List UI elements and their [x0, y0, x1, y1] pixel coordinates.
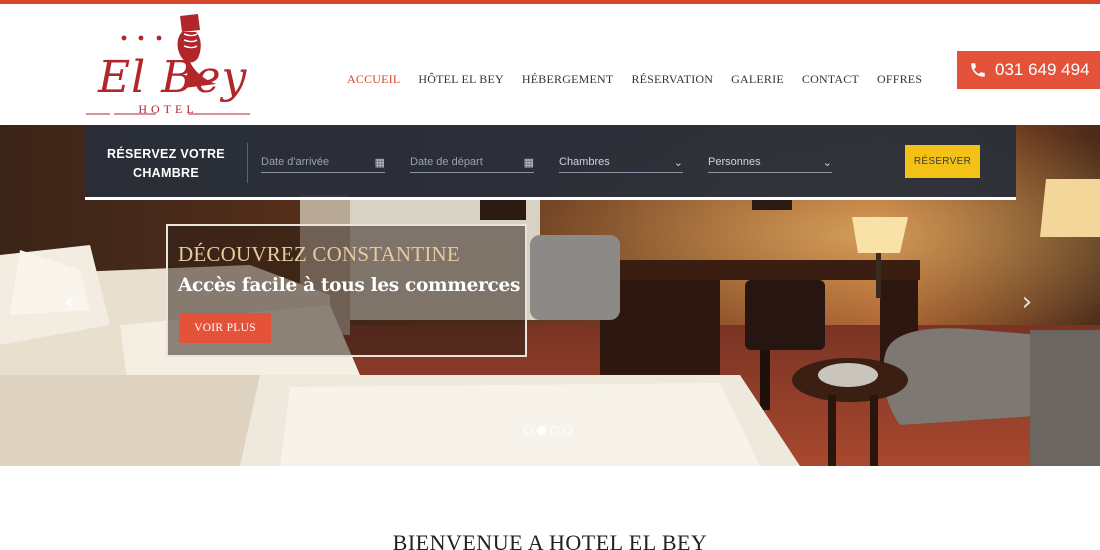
slider-dot-1[interactable]: [524, 426, 533, 435]
slider-pagination: [524, 426, 572, 435]
phone-button[interactable]: 031 649 494: [957, 51, 1100, 89]
main-navigation: ACCUEIL HÔTEL EL BEY HÉBERGEMENT RÉSERVA…: [338, 72, 931, 87]
top-accent-bar: [0, 0, 1100, 4]
departure-date-placeholder: Date de départ: [410, 156, 483, 168]
nav-link-reservation[interactable]: RÉSERVATION: [622, 72, 722, 87]
phone-icon: [969, 61, 987, 79]
booking-title-line1: RÉSERVEZ VOTRE: [107, 147, 225, 161]
nav-link-galerie[interactable]: GALERIE: [722, 72, 793, 87]
nav-link-hotel-el-bey[interactable]: HÔTEL EL BEY: [409, 72, 513, 87]
slide-subheading: Accès facile à tous les commerces: [178, 275, 521, 296]
slider-next-icon[interactable]: ›: [1015, 285, 1039, 319]
booking-title: RÉSERVEZ VOTRE CHAMBRE: [85, 145, 247, 183]
booking-divider: [247, 143, 248, 183]
slide-caption: DÉCOUVREZ CONSTANTINE Accès facile à tou…: [166, 224, 527, 357]
welcome-heading: BIENVENUE A HOTEL EL BEY: [392, 530, 708, 550]
hotel-logo[interactable]: El Bey HOTEL: [84, 12, 254, 116]
nav-link-offres[interactable]: OFFRES: [868, 72, 931, 87]
slider-dot-2[interactable]: [537, 426, 546, 435]
departure-date-field[interactable]: Date de départ ▦: [410, 155, 534, 173]
reserve-button[interactable]: RÉSERVER: [905, 145, 980, 178]
arrival-date-field[interactable]: Date d'arrivée ▦: [261, 155, 385, 173]
nav-link-hebergement[interactable]: HÉBERGEMENT: [513, 72, 623, 87]
chevron-down-icon: ⌄: [822, 157, 832, 169]
booking-form: RÉSERVEZ VOTRE CHAMBRE Date d'arrivée ▦ …: [85, 125, 1016, 200]
slider-prev-icon[interactable]: ‹: [58, 285, 82, 319]
chevron-down-icon: ⌄: [673, 157, 683, 169]
calendar-icon: ▦: [523, 157, 534, 169]
rooms-select-value: Chambres: [559, 156, 610, 168]
slide-heading: DÉCOUVREZ CONSTANTINE: [178, 242, 460, 266]
slider-dot-3[interactable]: [550, 426, 559, 435]
nav-link-accueil[interactable]: ACCUEIL: [338, 72, 409, 87]
logo-hotel-text: HOTEL: [138, 102, 198, 116]
see-more-button[interactable]: VOIR PLUS: [179, 313, 271, 343]
calendar-icon: ▦: [374, 157, 385, 169]
nav-link-contact[interactable]: CONTACT: [793, 72, 868, 87]
rooms-select[interactable]: Chambres ⌄: [559, 155, 683, 173]
slider-dot-4[interactable]: [563, 426, 572, 435]
persons-select-value: Personnes: [708, 156, 761, 168]
logo-script-text: El Bey: [98, 52, 248, 103]
arrival-date-placeholder: Date d'arrivée: [261, 156, 330, 168]
booking-title-line2: CHAMBRE: [133, 166, 199, 180]
phone-number: 031 649 494: [995, 60, 1090, 79]
persons-select[interactable]: Personnes ⌄: [708, 155, 832, 173]
